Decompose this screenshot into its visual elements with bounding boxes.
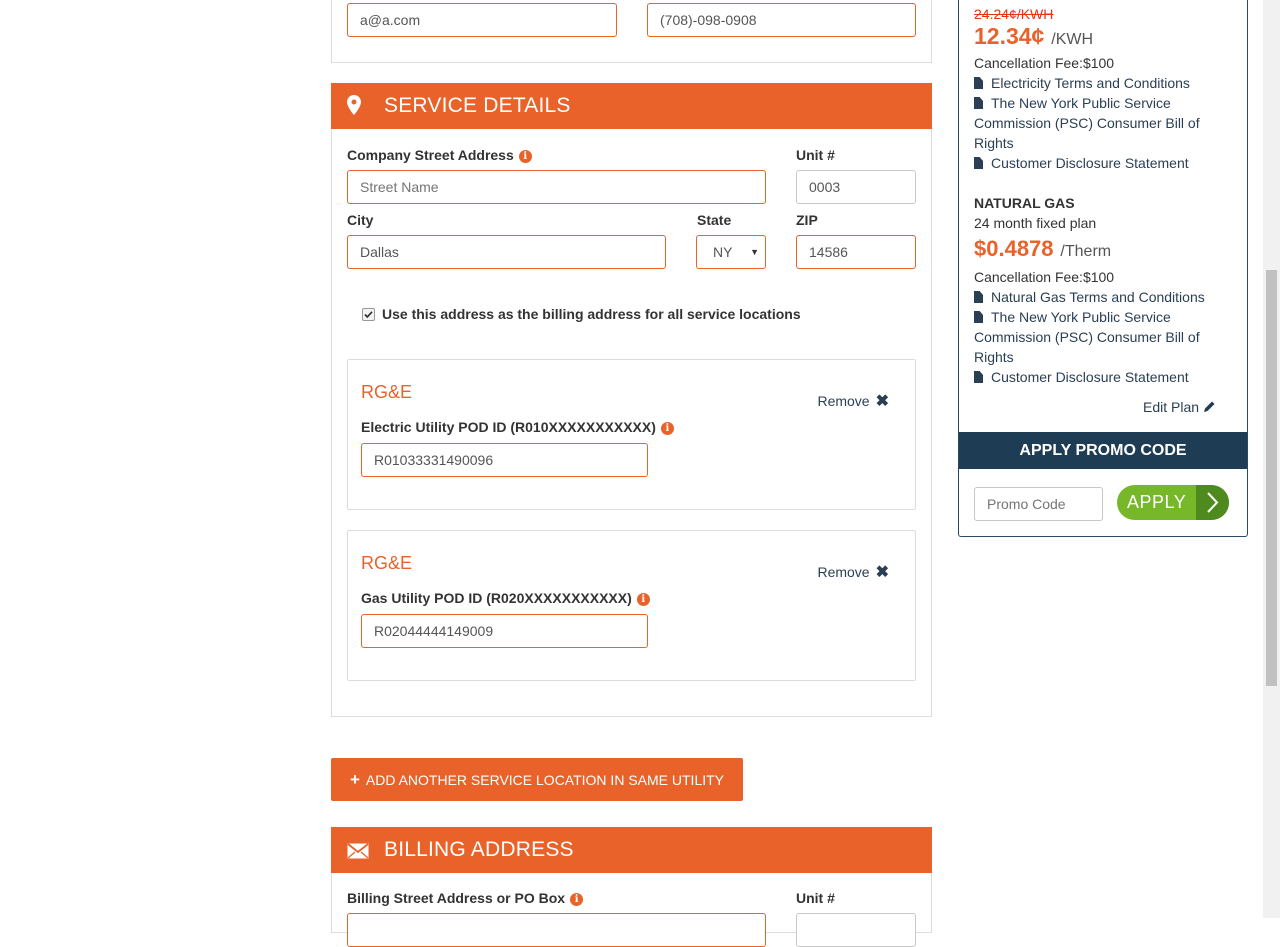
gas-psc-bill-of-rights-link[interactable]: The New York Public Service Commission (…: [974, 307, 1224, 367]
unit-input[interactable]: [796, 170, 916, 204]
billing-checkbox[interactable]: [362, 308, 375, 321]
plus-icon: +: [349, 770, 360, 789]
utility-card-electric: RG&E Remove ✖ Electric Utility POD ID (R0…: [347, 359, 916, 510]
document-icon: [974, 371, 983, 383]
chevron-right-icon: [1196, 485, 1229, 520]
close-icon: ✖: [875, 393, 889, 410]
pencil-icon: [1203, 399, 1216, 415]
add-service-location-button[interactable]: + ADD ANOTHER SERVICE LOCATION IN SAME UT…: [331, 758, 743, 801]
info-icon[interactable]: i: [570, 893, 584, 906]
scrollbar-thumb[interactable]: [1266, 270, 1277, 686]
state-label: State: [697, 212, 732, 228]
billing-unit-label: Unit #: [796, 890, 835, 906]
edit-plan-link[interactable]: Edit Plan: [1143, 399, 1216, 415]
caret-down-icon: ▼: [750, 247, 759, 257]
gas-rate: $0.4878 /Therm: [974, 236, 1112, 261]
electric-rate: 12.34¢ /KWH: [974, 23, 1094, 49]
city-input[interactable]: [347, 235, 666, 269]
email-field[interactable]: [347, 3, 617, 37]
billing-unit-input[interactable]: [796, 913, 916, 947]
electric-cancellation-fee: Cancellation Fee:$100: [974, 55, 1115, 71]
section-title: BILLING ADDRESS: [384, 838, 574, 861]
electric-disclosure-link[interactable]: Customer Disclosure Statement: [974, 153, 1224, 173]
document-icon: [974, 311, 983, 323]
gas-disclosure-link[interactable]: Customer Disclosure Statement: [974, 367, 1224, 387]
info-icon[interactable]: i: [636, 593, 650, 606]
utility-card-gas: RG&E Remove ✖ Gas Utility POD ID (R020XXX…: [347, 530, 916, 681]
phone-field[interactable]: [647, 3, 916, 37]
gas-pod-label: Gas Utility POD ID (R020XXXXXXXXXXX) i: [361, 590, 650, 606]
envelope-icon: [347, 841, 369, 865]
utility-name: RG&E: [361, 382, 413, 402]
gas-cancellation-fee: Cancellation Fee:$100: [974, 269, 1115, 285]
electric-pod-label: Electric Utility POD ID (R010XXXXXXXXXXX…: [361, 419, 674, 435]
electric-pod-input[interactable]: [361, 443, 648, 477]
electricity-terms-link[interactable]: Electricity Terms and Conditions: [974, 73, 1224, 93]
document-icon: [974, 291, 983, 303]
unit-label: Unit #: [796, 147, 835, 163]
street-address-input[interactable]: [347, 170, 766, 204]
map-marker-icon: [347, 95, 361, 121]
remove-electric-button[interactable]: Remove ✖: [817, 391, 889, 411]
billing-checkbox-label: Use this address as the billing address …: [382, 306, 801, 322]
street-address-label: Company Street Address i: [347, 147, 532, 163]
close-icon: ✖: [875, 564, 889, 581]
gas-pod-input[interactable]: [361, 614, 648, 648]
billing-street-input[interactable]: [347, 913, 766, 947]
zip-input[interactable]: [796, 235, 916, 269]
electric-psc-bill-of-rights-link[interactable]: The New York Public Service Commission (…: [974, 93, 1224, 153]
promo-code-header: APPLY PROMO CODE: [959, 432, 1247, 469]
info-icon[interactable]: i: [660, 422, 674, 435]
city-label: City: [347, 212, 374, 228]
service-details-header: SERVICE DETAILS: [331, 83, 932, 129]
natural-gas-title: NATURAL GAS: [974, 195, 1075, 211]
billing-address-header: BILLING ADDRESS: [331, 827, 932, 873]
document-icon: [974, 97, 983, 109]
billing-street-label: Billing Street Address or PO Box i: [347, 890, 584, 906]
promo-code-input[interactable]: [974, 487, 1103, 521]
section-title: SERVICE DETAILS: [384, 94, 571, 117]
remove-gas-button[interactable]: Remove ✖: [817, 562, 889, 582]
document-icon: [974, 77, 983, 89]
gas-terms-link[interactable]: Natural Gas Terms and Conditions: [974, 287, 1224, 307]
info-icon[interactable]: i: [518, 150, 532, 163]
apply-promo-button[interactable]: APPLY: [1117, 485, 1229, 520]
gas-plan-term: 24 month fixed plan: [974, 215, 1097, 231]
old-electric-rate: 24.24¢/KWH: [974, 6, 1054, 22]
zip-label: ZIP: [796, 212, 818, 228]
state-select[interactable]: NY ▼: [696, 235, 766, 269]
document-icon: [974, 157, 983, 169]
utility-name: RG&E: [361, 553, 413, 573]
